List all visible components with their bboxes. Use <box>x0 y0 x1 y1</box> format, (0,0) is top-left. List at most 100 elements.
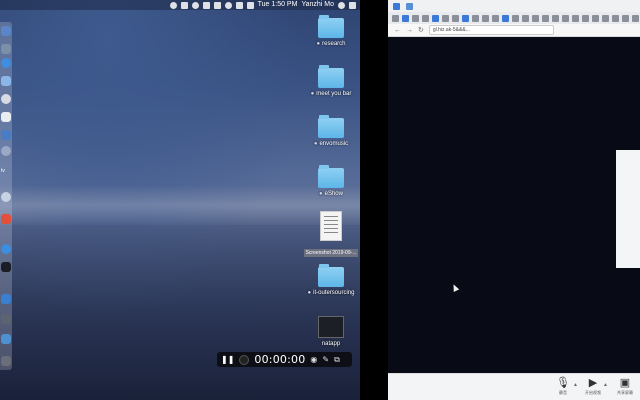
bookmark-icon[interactable] <box>512 14 519 22</box>
bookmark-icon[interactable] <box>572 14 579 22</box>
window-button[interactable]: ⧉ <box>334 355 340 365</box>
bookmark-icon[interactable] <box>602 14 609 22</box>
pen-button[interactable]: ✎ <box>322 355 329 364</box>
bookmark-icon[interactable] <box>622 14 629 22</box>
url-input[interactable]: gl.hiz.ak-5&&&... <box>428 25 554 35</box>
bookmark-icon[interactable] <box>612 14 619 22</box>
desktop-icon-label: envomusic <box>319 141 349 147</box>
bookmark-icon[interactable] <box>422 14 429 22</box>
bookmark-icon[interactable] <box>402 14 409 22</box>
camera-button[interactable]: ◉ <box>310 355 317 364</box>
terminal-app-icon <box>318 316 344 338</box>
dock-launchpad-icon[interactable] <box>1 44 11 54</box>
folder-icon <box>318 264 344 287</box>
folder-icon <box>318 115 344 138</box>
mute-label: 静音 <box>559 390 567 395</box>
bookmark-icon[interactable] <box>492 14 499 22</box>
refresh-button[interactable]: ↻ <box>418 24 424 37</box>
bookmark-icon[interactable] <box>532 14 539 22</box>
meeting-video-area[interactable] <box>388 38 640 374</box>
dock-meeting-icon[interactable] <box>1 294 11 304</box>
cloud-icon[interactable] <box>180 1 188 9</box>
bookmark-icon[interactable] <box>592 14 599 22</box>
wechat-icon[interactable] <box>169 1 177 9</box>
dock-podcasts-icon[interactable] <box>1 146 11 156</box>
menubar-user[interactable]: Yanzhi Mo <box>301 0 334 10</box>
bookmark-icon[interactable] <box>452 14 459 22</box>
chevron-up-icon[interactable]: ▲ <box>573 382 578 388</box>
dock-folder-icon[interactable] <box>1 314 11 324</box>
menubar-clock[interactable]: Tue 1:50 PM <box>258 0 298 10</box>
video-label: 开启视频 <box>585 390 601 395</box>
dock-mail-icon[interactable] <box>1 76 11 86</box>
dock-tv-label[interactable]: tv <box>1 168 5 174</box>
dock-trash-icon[interactable] <box>1 356 11 366</box>
screen-icon[interactable] <box>202 1 210 9</box>
browser-bookmarks-bar <box>388 12 640 24</box>
share-screen-button[interactable]: ▣ 共享屏幕 <box>612 377 638 396</box>
dock-finder-icon[interactable] <box>1 26 11 36</box>
bookmark-icon[interactable] <box>412 14 419 22</box>
desktop-folder-research[interactable]: ● research <box>301 15 360 47</box>
record-status-icon[interactable] <box>239 354 250 365</box>
dock-weather-icon[interactable] <box>1 192 11 202</box>
tab-favicon-icon[interactable] <box>406 2 413 10</box>
tab-favicon-icon[interactable] <box>393 2 400 10</box>
tag-dot-icon: ● <box>310 91 315 97</box>
desktop-screenshot-file[interactable]: Screenshot 2019-09-... <box>301 211 360 259</box>
dock-appstore-icon[interactable] <box>1 130 11 140</box>
share-screen-icon: ▣ <box>619 377 631 389</box>
macos-desktop: Tue 1:50 PM Yanzhi Mo tv ● research ● meet… <box>0 0 360 400</box>
dock-notes-icon[interactable] <box>1 112 11 122</box>
bookmark-icon[interactable] <box>392 14 399 22</box>
search-icon[interactable] <box>338 1 345 9</box>
desktop-folder-meet-you-bar[interactable]: ● meet you bar <box>301 65 360 97</box>
desktop-icon-label: Screenshot 2019-09-... <box>303 249 359 257</box>
bookmark-icon[interactable] <box>522 14 529 22</box>
bookmark-icon[interactable] <box>502 14 509 22</box>
forward-button[interactable]: → <box>406 24 413 37</box>
battery-icon[interactable] <box>235 1 243 9</box>
bookmark-icon[interactable] <box>442 14 449 22</box>
desktop-icon-label: eShow <box>324 191 343 197</box>
bookmark-icon[interactable] <box>582 14 589 22</box>
meeting-controls-bar: 🎙 静音 ▲ ▶ 开启视频 ▲ ▣ 共享屏幕 <box>388 373 640 400</box>
bluetooth-icon[interactable] <box>213 1 221 9</box>
dock-app-icon[interactable] <box>1 214 11 224</box>
tag-dot-icon: ● <box>316 41 321 47</box>
input-source-icon[interactable] <box>246 1 254 9</box>
document-thumbnail-icon <box>320 211 342 241</box>
desktop-icon-label: it-outersourcing <box>313 290 355 296</box>
desktop-folder-eshow[interactable]: ● eShow <box>301 165 360 197</box>
wifi-icon[interactable] <box>224 1 232 9</box>
pause-button[interactable]: ❚❚ <box>221 352 234 367</box>
bookmark-icon[interactable] <box>542 14 549 22</box>
dock-blocked-icon[interactable] <box>1 94 11 104</box>
recording-timer: 00:00:00 <box>254 353 306 366</box>
share-label: 共享屏幕 <box>617 390 633 395</box>
desktop-icon-label: research <box>322 41 346 47</box>
desktop-app-natapp[interactable]: natapp <box>301 316 360 347</box>
dock-downloads-icon[interactable] <box>1 334 11 344</box>
desktop-icon-label: natapp <box>321 341 341 347</box>
menu-list-icon[interactable] <box>349 1 356 9</box>
browser-window: ← → ↻ gl.hiz.ak-5&&&... 🎙 静音 ▲ ▶ 开启视频 ▲ … <box>388 0 640 400</box>
chevron-up-icon[interactable]: ▲ <box>603 382 608 388</box>
dock-safari-icon[interactable] <box>1 58 11 68</box>
back-button[interactable]: ← <box>394 24 401 37</box>
bookmark-icon[interactable] <box>462 14 469 22</box>
dock-terminal-icon[interactable] <box>1 262 11 272</box>
dock-browser-icon[interactable] <box>1 244 11 254</box>
browser-address-bar: ← → ↻ gl.hiz.ak-5&&&... <box>388 24 640 37</box>
browser-tab-strip <box>388 0 640 12</box>
record-icon[interactable] <box>191 1 199 9</box>
desktop-folder-envomusic[interactable]: ● envomusic <box>301 115 360 147</box>
folder-icon <box>318 15 344 38</box>
bookmark-icon[interactable] <box>632 14 639 22</box>
bookmark-icon[interactable] <box>482 14 489 22</box>
desktop-folder-it-outersourcing[interactable]: ● it-outersourcing <box>301 264 360 296</box>
bookmark-icon[interactable] <box>562 14 569 22</box>
bookmark-icon[interactable] <box>552 14 559 22</box>
bookmark-icon[interactable] <box>432 14 439 22</box>
bookmark-icon[interactable] <box>472 14 479 22</box>
